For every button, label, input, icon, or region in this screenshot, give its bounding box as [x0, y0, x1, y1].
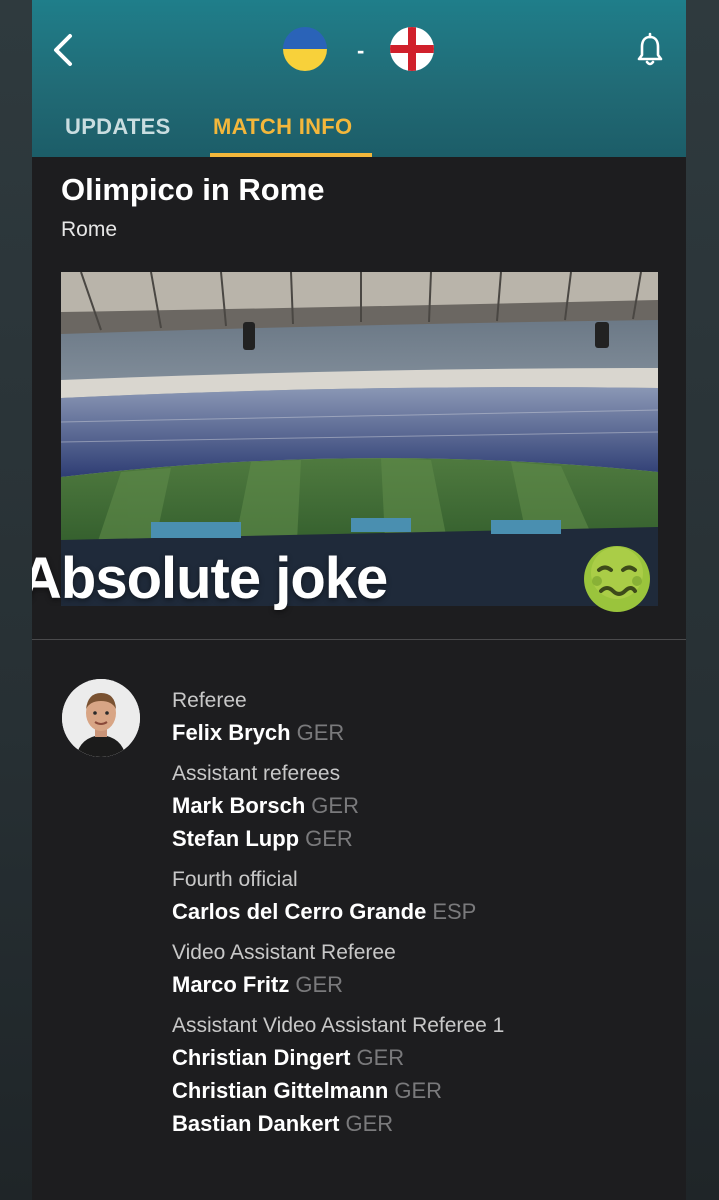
official-name: Carlos del Cerro Grande	[172, 899, 427, 924]
var-group: Video Assistant Referee Marco Fritz GER	[172, 938, 672, 1001]
official-name: Bastian Dankert	[172, 1111, 340, 1136]
official-nationality: GER	[295, 972, 344, 997]
official-name: Stefan Lupp	[172, 826, 300, 851]
group-label-fourth: Fourth official	[172, 868, 298, 891]
official-nationality: GER	[394, 1078, 443, 1103]
home-team-flag[interactable]	[283, 27, 327, 71]
group-label-assistants: Assistant referees	[172, 762, 341, 785]
assistant-referees-group: Assistant referees Mark Borsch GER Stefan…	[172, 759, 672, 855]
right-background	[686, 0, 719, 1200]
group-label-avar: Assistant Video Assistant Referee 1	[172, 1014, 505, 1037]
official-row: Stefan Lupp GER	[172, 822, 672, 855]
story-caption: Absolute joke	[32, 546, 388, 611]
official-nationality: GER	[305, 826, 353, 851]
app-screen: - UPDATES MATCH INFO Olimpico in Rome Ro…	[32, 0, 686, 1200]
official-row: Carlos del Cerro Grande ESP	[172, 895, 672, 928]
back-button[interactable]	[44, 28, 84, 72]
official-name: Christian Dingert	[172, 1045, 351, 1070]
group-label-var: Video Assistant Referee	[172, 941, 396, 964]
referee-avatar	[62, 679, 140, 757]
match-officials-list: Referee Felix Brych GER Assistant referee…	[172, 686, 672, 1150]
official-row: Mark Borsch GER	[172, 789, 672, 822]
referee-group: Referee Felix Brych GER	[172, 686, 672, 749]
group-label-referee: Referee	[172, 689, 247, 712]
active-tab-indicator	[210, 153, 372, 157]
score-separator: -	[357, 38, 365, 63]
official-name: Christian Gittelmann	[172, 1078, 389, 1103]
official-row: Christian Gittelmann GER	[172, 1074, 672, 1107]
official-nationality: ESP	[432, 899, 477, 924]
tab-match-info[interactable]: MATCH INFO	[213, 114, 352, 140]
official-nationality: GER	[356, 1045, 405, 1070]
official-name: Mark Borsch	[172, 793, 306, 818]
fourth-official-group: Fourth official Carlos del Cerro Grande E…	[172, 865, 672, 928]
flag-ua-bottom	[283, 49, 327, 71]
nauseated-face-emoji	[581, 543, 653, 615]
official-nationality: GER	[296, 720, 345, 745]
match-header: - UPDATES MATCH INFO	[32, 0, 686, 157]
section-divider	[32, 639, 686, 640]
official-name: Felix Brych	[172, 720, 291, 745]
flag-ua-top	[283, 27, 327, 49]
official-name: Marco Fritz	[172, 972, 290, 997]
tab-updates[interactable]: UPDATES	[65, 114, 171, 140]
bell-icon	[637, 32, 663, 66]
notifications-button[interactable]	[635, 30, 665, 70]
away-team-flag[interactable]	[390, 27, 434, 71]
official-nationality: GER	[311, 793, 359, 818]
venue-name: Olimpico in Rome	[61, 172, 325, 207]
venue-city: Rome	[61, 218, 118, 241]
official-row: Christian Dingert GER	[172, 1041, 672, 1074]
avar-group: Assistant Video Assistant Referee 1 Chri…	[172, 1011, 672, 1140]
official-row: Bastian Dankert GER	[172, 1107, 672, 1140]
chevron-left-icon	[54, 34, 72, 66]
official-nationality: GER	[345, 1111, 394, 1136]
left-background	[0, 0, 32, 1200]
official-row: Marco Fritz GER	[172, 968, 672, 1001]
flag-en-cross-v	[408, 27, 416, 71]
official-row: Felix Brych GER	[172, 716, 672, 749]
